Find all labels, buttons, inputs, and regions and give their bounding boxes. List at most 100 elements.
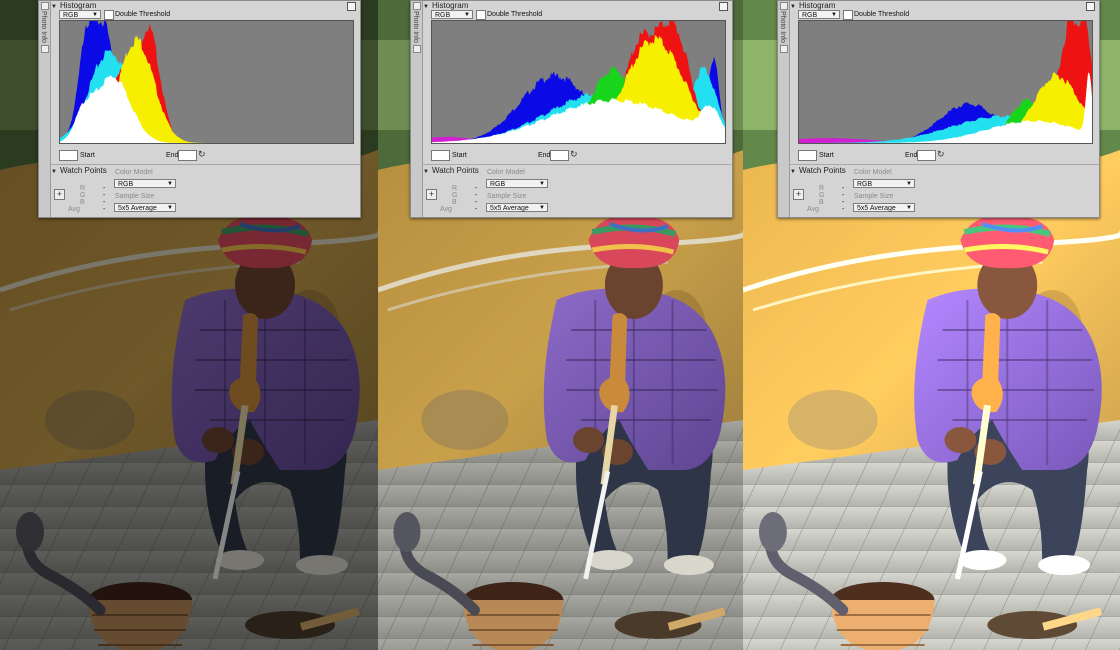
pin-icon[interactable] [413, 45, 421, 53]
end-input[interactable] [178, 150, 197, 161]
add-watch-point-button[interactable]: + [426, 189, 437, 200]
histogram-model-select[interactable]: RGB ▼ [431, 10, 473, 19]
watch-points-header[interactable]: ▼ Watch Points [51, 166, 360, 176]
photo-panel-normal: Photo Info ▼ Histogram RGB ▼ Double Thresh… [378, 0, 743, 650]
end-label: End [905, 152, 918, 159]
chevron-down-icon: ▼ [539, 205, 545, 211]
histogram-graph [431, 20, 726, 144]
histogram-plot [432, 21, 725, 143]
histogram-palette: Photo Info ▼ Histogram RGB ▼ Double Thresh… [410, 0, 733, 218]
divider [50, 164, 360, 165]
start-input[interactable] [59, 150, 78, 161]
sample-size-value: 5x5 Average [118, 205, 157, 212]
chevron-down-icon: ▼ [906, 181, 912, 187]
collapse-icon[interactable] [413, 2, 421, 10]
add-watch-point-button[interactable]: + [793, 189, 804, 200]
double-threshold-checkbox[interactable] [104, 10, 114, 20]
start-label: Start [819, 152, 834, 159]
side-tab-label: Photo Info [412, 11, 419, 43]
color-model-select[interactable]: RGB ▼ [853, 179, 915, 188]
photo-panel-bright: Photo Info ▼ Histogram RGB ▼ Double Thresh… [743, 0, 1120, 650]
chevron-down-icon: ▼ [92, 12, 98, 18]
edit-icon[interactable] [719, 2, 728, 11]
disclosure-triangle-icon[interactable]: ▼ [423, 4, 429, 10]
sample-size-select[interactable]: 5x5 Average ▼ [853, 203, 915, 212]
histogram-model-select[interactable]: RGB ▼ [798, 10, 840, 19]
chevron-down-icon: ▼ [464, 12, 470, 18]
palette-side-tab[interactable]: Photo Info [411, 1, 423, 217]
double-threshold-checkbox[interactable] [476, 10, 486, 20]
channel-avg-value: - [842, 206, 845, 213]
channel-avg-label: Avg [440, 206, 452, 213]
disclosure-triangle-icon[interactable]: ▼ [790, 4, 796, 10]
chevron-down-icon: ▼ [167, 181, 173, 187]
sample-size-label: Sample Size [115, 193, 155, 200]
collapse-icon[interactable] [780, 2, 788, 10]
edit-icon[interactable] [1086, 2, 1095, 11]
reset-icon[interactable]: ↻ [198, 149, 206, 159]
histogram-title: Histogram [431, 1, 469, 10]
histogram-model-value: RGB [63, 12, 79, 19]
divider [789, 164, 1099, 165]
histogram-plot [799, 21, 1092, 143]
channel-avg-value: - [475, 206, 478, 213]
watch-points-header[interactable]: ▼ Watch Points [423, 166, 732, 176]
histogram-model-value: RGB [802, 12, 818, 19]
watch-points-title: Watch Points [59, 166, 107, 175]
sample-size-select[interactable]: 5x5 Average ▼ [114, 203, 176, 212]
double-threshold-label: Double Threshold [115, 11, 171, 18]
color-model-select[interactable]: RGB ▼ [486, 179, 548, 188]
histogram-title: Histogram [59, 1, 97, 10]
end-label: End [166, 152, 179, 159]
sample-size-select[interactable]: 5x5 Average ▼ [486, 203, 548, 212]
double-threshold-checkbox[interactable] [843, 10, 853, 20]
disclosure-triangle-icon[interactable]: ▼ [790, 169, 796, 175]
color-model-label: Color Model [854, 169, 892, 176]
collapse-icon[interactable] [41, 2, 49, 10]
histogram-graph [798, 20, 1093, 144]
start-input[interactable] [798, 150, 817, 161]
channel-avg-label: Avg [68, 206, 80, 213]
start-input[interactable] [431, 150, 450, 161]
histogram-header[interactable]: ▼ Histogram [51, 1, 360, 10]
histogram-white-channel [60, 75, 353, 143]
color-model-select[interactable]: RGB ▼ [114, 179, 176, 188]
histogram-header[interactable]: ▼ Histogram [423, 1, 732, 10]
palette-side-tab[interactable]: Photo Info [39, 1, 51, 217]
palette-side-tab[interactable]: Photo Info [778, 1, 790, 217]
side-tab-label: Photo Info [779, 11, 786, 43]
end-input[interactable] [917, 150, 936, 161]
disclosure-triangle-icon[interactable]: ▼ [423, 169, 429, 175]
sample-size-value: 5x5 Average [490, 205, 529, 212]
disclosure-triangle-icon[interactable]: ▼ [51, 4, 57, 10]
channel-avg-label: Avg [807, 206, 819, 213]
disclosure-triangle-icon[interactable]: ▼ [51, 169, 57, 175]
chevron-down-icon: ▼ [906, 205, 912, 211]
double-threshold-label: Double Threshold [487, 11, 543, 18]
sample-size-label: Sample Size [487, 193, 527, 200]
edit-icon[interactable] [347, 2, 356, 11]
end-label: End [538, 152, 551, 159]
divider [422, 164, 732, 165]
histogram-model-select[interactable]: RGB ▼ [59, 10, 101, 19]
watch-points-header[interactable]: ▼ Watch Points [790, 166, 1099, 176]
photo-panel-dark: Photo Info ▼ Histogram RGB ▼ Double Thresh… [0, 0, 378, 650]
pin-icon[interactable] [780, 45, 788, 53]
histogram-graph [59, 20, 354, 144]
channel-b-label: B [819, 199, 824, 206]
channel-avg-value: - [103, 206, 106, 213]
histogram-header[interactable]: ▼ Histogram [790, 1, 1099, 10]
pin-icon[interactable] [41, 45, 49, 53]
reset-icon[interactable]: ↻ [937, 149, 945, 159]
histogram-palette: Photo Info ▼ Histogram RGB ▼ Double Thresh… [777, 0, 1100, 218]
watch-points-title: Watch Points [431, 166, 479, 175]
color-model-value: RGB [857, 181, 873, 188]
end-input[interactable] [550, 150, 569, 161]
color-model-value: RGB [118, 181, 134, 188]
chevron-down-icon: ▼ [539, 181, 545, 187]
side-tab-label: Photo Info [40, 11, 47, 43]
histogram-model-value: RGB [435, 12, 451, 19]
add-watch-point-button[interactable]: + [54, 189, 65, 200]
reset-icon[interactable]: ↻ [570, 149, 578, 159]
comparison-stage: Photo Info ▼ Histogram RGB ▼ Double Thresh… [0, 0, 1120, 650]
